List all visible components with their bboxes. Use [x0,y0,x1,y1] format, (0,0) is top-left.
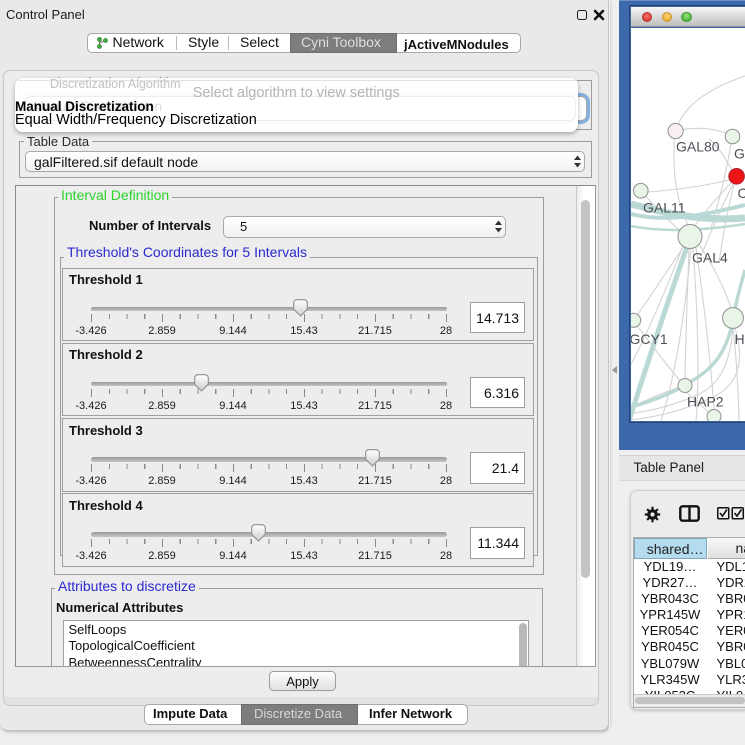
svg-text:HAP2: HAP2 [687,393,724,409]
svg-text:GAL11: GAL11 [643,199,686,215]
svg-text:H: H [735,331,745,347]
svg-text:GCY1: GCY1 [631,331,668,347]
svg-text:GAL4: GAL4 [692,249,728,265]
svg-text:GA: GA [734,145,745,161]
svg-text:C: C [738,185,745,201]
svg-text:GAL80: GAL80 [676,138,720,154]
